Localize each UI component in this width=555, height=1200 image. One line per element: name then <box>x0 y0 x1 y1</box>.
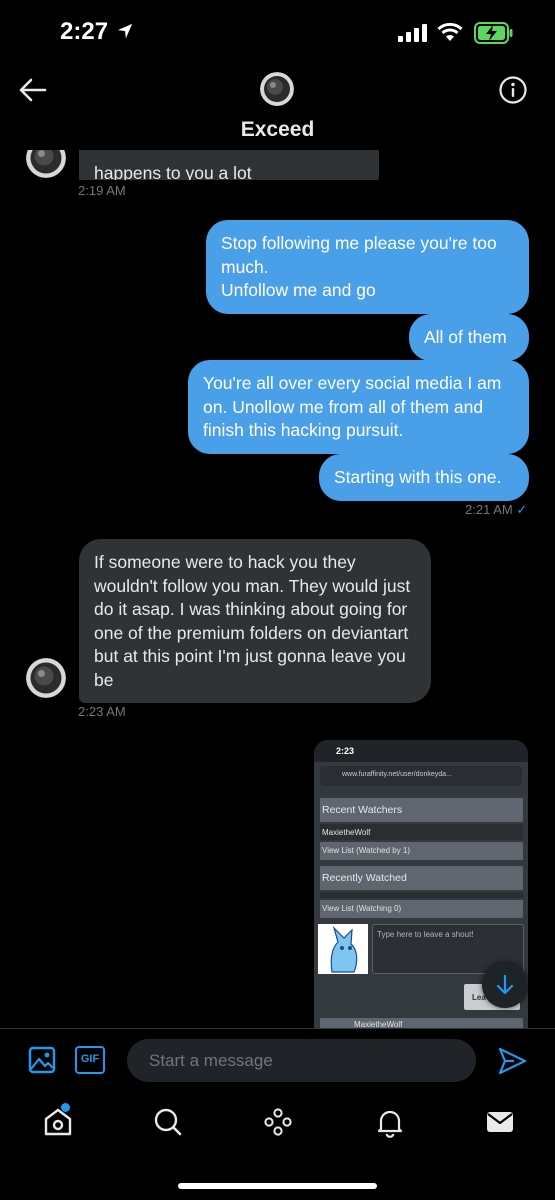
battery-charging-icon <box>474 22 513 44</box>
messages-mail-icon[interactable] <box>484 1106 516 1138</box>
incoming-message-bubble[interactable]: happens to you a lot <box>79 150 379 180</box>
image-icon[interactable] <box>28 1046 56 1074</box>
bell-icon[interactable] <box>374 1106 406 1138</box>
attachment-status-time: 2:23 <box>336 746 355 756</box>
cellular-signal-icon <box>398 24 427 42</box>
watching-empty-row <box>320 892 523 898</box>
message-timestamp: 2:23 AM <box>78 704 126 719</box>
search-icon[interactable] <box>152 1106 184 1138</box>
recent-watchers-header: Recent Watchers <box>320 798 523 822</box>
view-list-watched: View List (Watched by 1) <box>320 842 523 860</box>
message-timestamp: 2:19 AM <box>78 183 126 198</box>
message-input[interactable] <box>127 1039 476 1082</box>
timestamp-text: 2:21 AM <box>465 502 513 517</box>
home-indicator <box>178 1183 377 1189</box>
message-text: happens to you a lot <box>94 162 252 181</box>
location-arrow-icon <box>117 23 133 39</box>
attachment-url-bar: www.furaffinity.net/user/donkeyda... <box>320 766 522 786</box>
attachment-status-bar: 2:23 <box>314 740 528 762</box>
watcher-row: MaxietheWolf <box>320 824 523 840</box>
scroll-to-bottom-button[interactable] <box>482 962 528 1008</box>
spaces-icon[interactable] <box>262 1106 294 1138</box>
incoming-message-bubble[interactable]: If someone were to hack you they wouldn'… <box>79 539 431 703</box>
contact-avatar[interactable] <box>260 72 294 106</box>
gif-button[interactable]: GIF <box>75 1046 105 1074</box>
sent-check-icon: ✓ <box>516 502 528 517</box>
attachment-url-text: www.furaffinity.net/user/donkeyda... <box>342 771 452 778</box>
back-arrow-icon[interactable] <box>18 76 48 104</box>
message-partial-clip: happens to you a lot <box>0 150 555 180</box>
status-bar: 2:27 <box>0 0 555 64</box>
view-list-watching: View List (Watching 0) <box>320 900 523 918</box>
home-icon[interactable] <box>42 1106 74 1138</box>
outgoing-message-bubble[interactable]: Stop following me please you're too much… <box>206 220 529 314</box>
wifi-icon <box>437 22 463 41</box>
recently-watched-header: Recently Watched <box>320 866 523 890</box>
notification-dot <box>61 1103 70 1112</box>
send-icon[interactable] <box>497 1046 527 1076</box>
outgoing-message-bubble[interactable]: Starting with this one. <box>319 454 529 501</box>
outgoing-message-bubble[interactable]: You're all over every social media I am … <box>188 360 529 454</box>
wolf-avatar-image <box>318 924 368 974</box>
arrow-down-icon <box>496 974 514 995</box>
contact-avatar[interactable] <box>26 658 66 698</box>
message-timestamp: 2:21 AM ✓ <box>465 502 527 518</box>
conversation-title: Exceed <box>240 118 315 141</box>
info-icon[interactable] <box>498 75 528 105</box>
contact-avatar <box>26 150 66 178</box>
status-time: 2:27 <box>60 18 109 45</box>
outgoing-message-bubble[interactable]: All of them <box>409 314 529 361</box>
